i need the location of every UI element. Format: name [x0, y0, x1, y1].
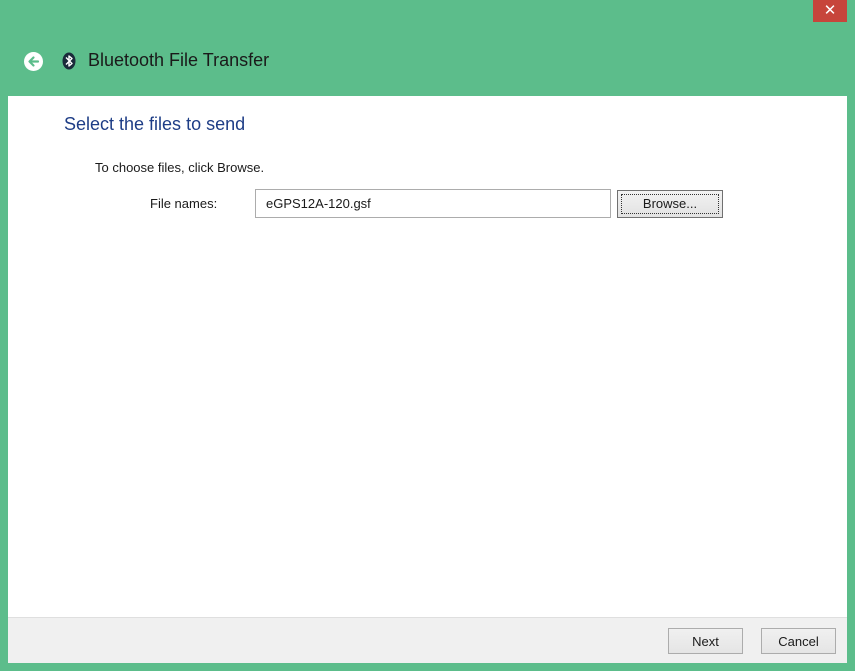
dialog-window: ✕ Bluetooth File Transfer Select the fil…: [0, 0, 855, 671]
instruction-text: To choose files, click Browse.: [95, 160, 265, 175]
browse-button-label: Browse...: [621, 194, 719, 214]
page-heading: Select the files to send: [64, 114, 246, 134]
bluetooth-icon: [62, 52, 76, 70]
file-names-input[interactable]: [255, 189, 611, 218]
browse-button[interactable]: Browse...: [617, 190, 723, 218]
back-button[interactable]: [24, 52, 43, 71]
next-button[interactable]: Next: [668, 628, 743, 654]
dialog-header: Bluetooth File Transfer: [0, 30, 855, 96]
close-icon: ✕: [823, 1, 837, 19]
close-button[interactable]: ✕: [813, 0, 847, 22]
window-title: Bluetooth File Transfer: [88, 50, 270, 70]
back-arrow-icon: [28, 56, 40, 67]
main-content: Select the files to send To choose files…: [8, 96, 847, 617]
file-names-label: File names:: [150, 196, 218, 211]
dialog-footer: Next Cancel: [8, 617, 847, 663]
cancel-button[interactable]: Cancel: [761, 628, 836, 654]
